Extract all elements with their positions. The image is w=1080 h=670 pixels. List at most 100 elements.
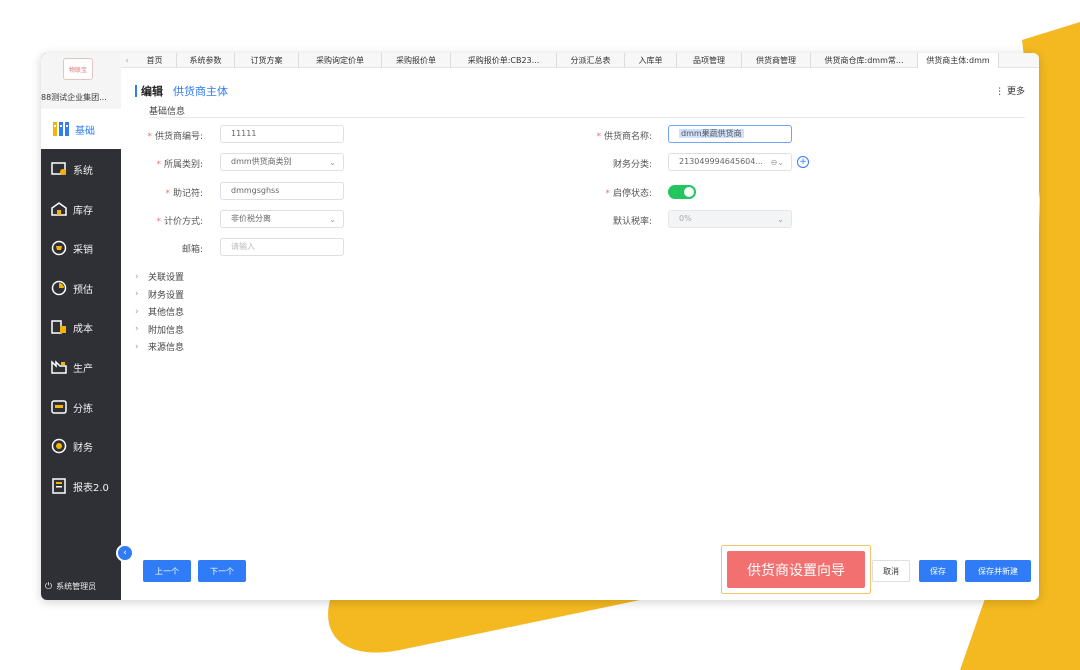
app-window: 物联宝 88测试企业集团... 基础 系统 库存 采销 预估 成本 生产 分拣 … (41, 53, 1039, 600)
status-toggle[interactable] (668, 185, 696, 199)
category-value: dmm供货商类别 (231, 157, 292, 166)
money-icon (51, 438, 67, 454)
supplier-name-label: * 供货商名称: (596, 132, 652, 142)
collapse-label: 关联设置 (148, 273, 185, 284)
warehouse-icon (51, 201, 67, 217)
sidebar-item-sorting[interactable]: 分拣 (41, 387, 121, 427)
page-title: 编辑 供货商主体 (135, 83, 228, 99)
sort-box-icon (51, 399, 67, 415)
save-and-new-button[interactable]: 保存并新建 (965, 560, 1031, 582)
collapse-label: 其他信息 (148, 308, 185, 319)
collapse-sections: › 关联设置 › 财务设置 › 其他信息 › 附加信息 › 来源信息 (135, 268, 184, 356)
collapse-label: 附加信息 (148, 325, 185, 336)
collapse-source-info[interactable]: › 来源信息 (135, 338, 184, 356)
sidebar-item-label: 成本 (73, 323, 93, 335)
email-input[interactable]: 请输入 (220, 238, 344, 256)
tab-home[interactable]: 首页 (133, 53, 177, 68)
sidebar-item-production[interactable]: 生产 (41, 347, 121, 387)
logo: 物联宝 (63, 58, 93, 80)
pie-chart-icon (51, 280, 67, 296)
supplier-name-input[interactable]: dmm果蔬供货商 (668, 125, 792, 143)
more-vertical-icon: ⋮ (995, 87, 1005, 97)
sidebar-item-label: 系统 (73, 165, 93, 177)
cart-icon (51, 240, 67, 256)
chevron-right-icon: › (135, 341, 139, 352)
tax-rate-label: 默认税率: (612, 217, 652, 227)
sidebar-item-system[interactable]: 系统 (41, 149, 121, 189)
main-content: 编辑 供货商主体 ⋮ 更多 基础信息 * 供货商编号: 11111 * 所属类别: … (121, 68, 1039, 600)
tab-purchase-inquiry[interactable]: 采购询定价单 (299, 53, 382, 68)
collapse-other-info[interactable]: › 其他信息 (135, 303, 184, 321)
sidebar-item-forecast[interactable]: 预估 (41, 268, 121, 308)
settings-window-icon (51, 161, 67, 177)
category-select[interactable]: dmm供货商类别 ⌄ (220, 153, 344, 171)
supplier-code-input[interactable]: 11111 (220, 125, 344, 143)
collapse-label: 财务设置 (148, 290, 185, 301)
next-button[interactable]: 下一个 (198, 560, 246, 582)
sidebar: 物联宝 88测试企业集团... 基础 系统 库存 采销 预估 成本 生产 分拣 … (41, 53, 121, 600)
save-button[interactable]: 保存 (919, 560, 957, 582)
company-name[interactable]: 88测试企业集团... (41, 87, 121, 109)
sidebar-item-purchase-sales[interactable]: 采销 (41, 228, 121, 268)
cancel-button[interactable]: 取消 (872, 560, 910, 582)
sidebar-item-label: 预估 (73, 284, 93, 296)
supplier-wizard-callout[interactable]: 供货商设置向导 (721, 545, 871, 594)
sidebar-item-finance[interactable]: 财务 (41, 426, 121, 466)
prev-button[interactable]: 上一个 (143, 560, 191, 582)
more-button[interactable]: ⋮ 更多 (995, 84, 1025, 97)
edit-label: 编辑 (141, 85, 163, 98)
report-icon (51, 478, 67, 494)
grid-icon (53, 121, 69, 137)
tab-dispatch-summary[interactable]: 分派汇总表 (557, 53, 625, 68)
tax-rate-select: 0% ⌄ (668, 210, 792, 228)
mnemonic-input[interactable]: dmmgsghss (220, 182, 344, 200)
pricing-select[interactable]: 非价税分离 ⌄ (220, 210, 344, 228)
collapse-label: 来源信息 (148, 343, 185, 354)
chevron-right-icon: › (135, 306, 139, 317)
tab-supplier-entity[interactable]: 供货商主体:dmm (918, 53, 999, 68)
selected-text: dmm果蔬供货商 (679, 129, 744, 138)
tab-supplier-warehouse[interactable]: 供货商仓库:dmm常... (811, 53, 918, 68)
tab-order-plan[interactable]: 订货方案 (235, 53, 299, 68)
tab-supplier-management[interactable]: 供货商管理 (742, 53, 811, 68)
email-label: 邮箱: (181, 245, 203, 255)
sidebar-item-label: 采销 (73, 244, 93, 256)
pricing-label: * 计价方式: (156, 217, 203, 227)
title-accent-bar (135, 85, 137, 97)
current-user[interactable]: ⏻ 系统管理员 (41, 573, 121, 600)
collapse-related-settings[interactable]: › 关联设置 (135, 268, 184, 286)
tab-system-params[interactable]: 系统参数 (177, 53, 235, 68)
current-user-label: 系统管理员 (56, 582, 97, 591)
chevron-right-icon: › (135, 324, 139, 335)
chevron-right-icon: › (135, 271, 139, 282)
tab-purchase-quote[interactable]: 采购报价单 (382, 53, 451, 68)
sidebar-item-cost[interactable]: 成本 (41, 307, 121, 347)
sidebar-item-inventory[interactable]: 库存 (41, 189, 121, 229)
sidebar-item-label: 财务 (73, 442, 93, 454)
collapse-additional-info[interactable]: › 附加信息 (135, 321, 184, 339)
chevron-down-icon: ⌄ (329, 158, 336, 167)
sidebar-item-basic[interactable]: 基础 (41, 109, 121, 149)
mnemonic-label: * 助记符: (165, 189, 203, 199)
status-label: * 启停状态: (605, 189, 652, 199)
tab-scroll-left-icon[interactable]: ‹ (121, 53, 133, 67)
sidebar-item-reports[interactable]: 报表2.0 (41, 466, 121, 506)
finance-class-select[interactable]: 213049994645604... ⊖⌄ (668, 153, 792, 171)
chevron-down-icon: ⌄ (329, 215, 336, 224)
add-finance-class-icon[interactable]: + (797, 156, 809, 168)
sidebar-collapse-button[interactable]: ‹ (116, 544, 134, 562)
section-divider (149, 117, 1025, 118)
tab-item-management[interactable]: 品项管理 (677, 53, 742, 68)
sidebar-item-label: 生产 (73, 363, 93, 375)
section-title: 基础信息 (149, 107, 186, 117)
pricing-value: 非价税分离 (231, 214, 271, 223)
factory-icon (51, 359, 67, 375)
chevron-left-icon: ‹ (123, 548, 127, 558)
coins-icon (51, 319, 67, 335)
tab-purchase-quote-cb[interactable]: 采购报价单:CB23... (451, 53, 557, 68)
more-label: 更多 (1006, 87, 1025, 97)
sidebar-item-label: 基础 (75, 125, 95, 137)
collapse-finance-settings[interactable]: › 财务设置 (135, 286, 184, 304)
sidebar-item-label: 报表2.0 (73, 482, 109, 494)
tab-inbound[interactable]: 入库单 (625, 53, 677, 68)
